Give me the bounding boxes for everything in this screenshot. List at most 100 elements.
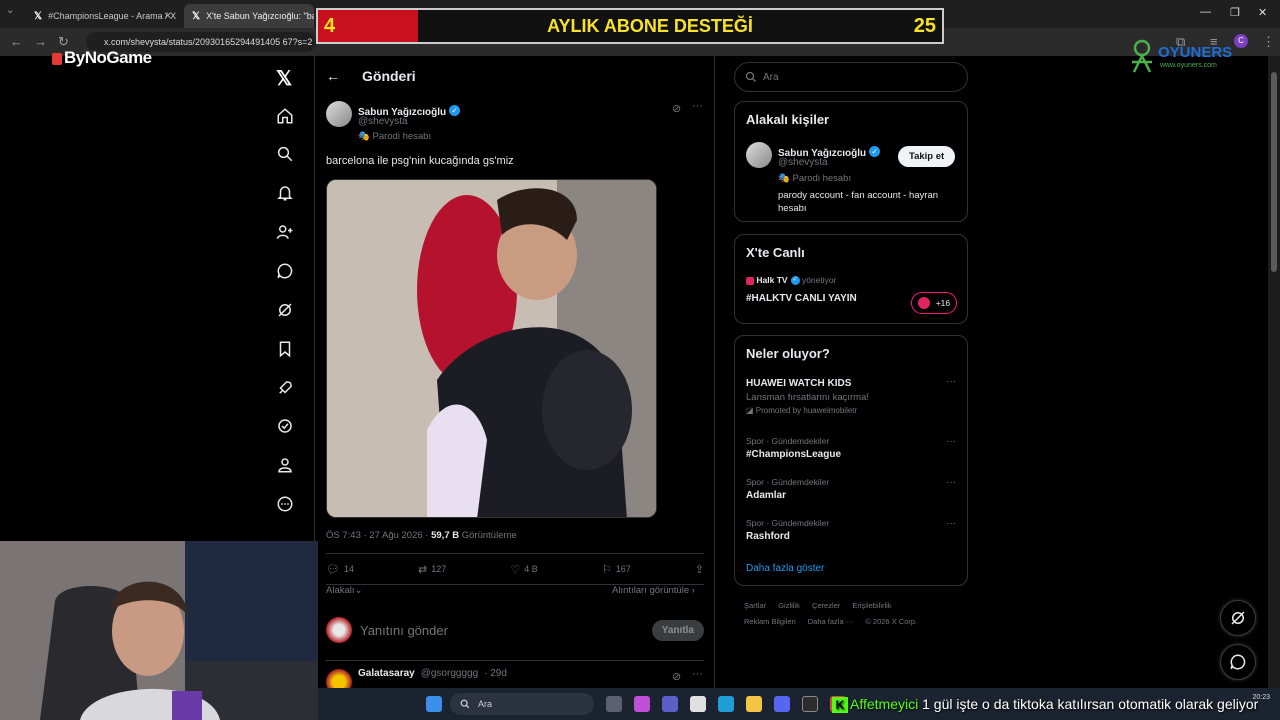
bookmarks-icon[interactable]: [274, 338, 296, 360]
card-title: X'te Canlı: [746, 245, 805, 260]
tab-tweet[interactable]: 𝕏 X'te Sabun Yağızcıoğlu: "ba: [184, 4, 314, 28]
oyuners-logo: OYUNERS www.oyuners.com: [1128, 38, 1248, 78]
page-scrollbar[interactable]: [1268, 56, 1280, 720]
parody-label: Parodi hesabı: [372, 131, 432, 142]
edge-icon[interactable]: [718, 696, 734, 712]
grok-icon[interactable]: [274, 299, 296, 321]
footer-link-cookies[interactable]: Çerezler: [812, 601, 840, 610]
task-view-icon[interactable]: [606, 696, 622, 712]
trend-more-icon[interactable]: ···: [946, 376, 956, 387]
follow-icon[interactable]: [274, 221, 296, 243]
home-icon[interactable]: [274, 105, 296, 127]
related-dropdown[interactable]: Alakalı⌄: [326, 585, 362, 596]
bookmark-action[interactable]: ⚐ 167: [602, 563, 631, 576]
live-listeners-pill[interactable]: +16: [911, 292, 957, 314]
tweet-text: barcelona ile psg'nin kucağında gs'miz: [326, 155, 514, 167]
promo-row: ◪ Promoted by huaweimobiletr: [746, 406, 946, 415]
minimize-icon[interactable]: —: [1200, 6, 1211, 18]
back-arrow-icon[interactable]: ←: [326, 68, 340, 84]
copilot-icon[interactable]: [634, 696, 650, 712]
oyuners-url: www.oyuners.com: [1160, 62, 1217, 69]
x-logo-icon[interactable]: 𝕏: [276, 66, 292, 91]
person-avatar[interactable]: [746, 142, 772, 168]
profile-icon[interactable]: [274, 454, 296, 476]
jobs-rocket-icon[interactable]: [274, 377, 296, 399]
reply-author-name[interactable]: Galatasaray: [358, 668, 415, 679]
trend-item[interactable]: Spor · Gündemdekiler #ChampionsLeague: [746, 436, 841, 460]
grok-fab-icon[interactable]: [1220, 600, 1256, 636]
grok-explain-icon[interactable]: ⊘: [672, 670, 681, 683]
forward-icon[interactable]: →: [34, 34, 47, 49]
live-host-row[interactable]: Halk TV ✓ yönetiyor: [746, 275, 836, 286]
store-icon[interactable]: [690, 696, 706, 712]
trend-item[interactable]: Spor · Gündemdekiler Adamlar: [746, 477, 829, 501]
close-icon[interactable]: ✕: [164, 11, 172, 22]
taskbar-search[interactable]: Ara: [450, 693, 594, 715]
repost-action[interactable]: ⇄ 127: [418, 563, 446, 576]
trend-category: Spor · Gündemdekiler: [746, 477, 830, 487]
sponsor-text: ByNoGame: [64, 48, 152, 67]
post-more-icon[interactable]: ···: [692, 100, 703, 112]
live-broadcast-title[interactable]: #HALKTV CANLI YAYIN: [746, 293, 857, 304]
streamer-webcam: [0, 541, 318, 720]
messages-icon[interactable]: [274, 260, 296, 282]
tab-search-icon[interactable]: ⌄: [6, 5, 14, 16]
search-icon[interactable]: [274, 143, 296, 165]
menu-icon[interactable]: ⋮: [1262, 34, 1275, 50]
search-input[interactable]: Ara: [734, 62, 968, 92]
repost-count: 127: [431, 564, 447, 574]
reply-input[interactable]: Yanıtını gönder: [360, 623, 644, 638]
more-icon[interactable]: [274, 493, 296, 515]
trend-item[interactable]: Spor · Gündemdekiler Rashford: [746, 518, 829, 542]
post-page-header: ← Gönderi: [326, 66, 416, 86]
trend-item-promoted[interactable]: HUAWEI WATCH KIDS Lansman fırsatlarını k…: [746, 378, 946, 415]
footer-link-accessibility[interactable]: Erişilebilirlik: [852, 601, 891, 610]
follow-button[interactable]: Takip et: [898, 146, 956, 167]
x-favicon-icon: 𝕏: [192, 10, 201, 22]
tweet-timestamp[interactable]: ÖS 7:43 · 27 Ağu 2026 ·: [326, 530, 428, 541]
person-handle[interactable]: @shevysta: [778, 157, 828, 168]
reply-action[interactable]: 💬︎ 14: [326, 563, 354, 576]
trend-more-icon[interactable]: ···: [946, 477, 956, 488]
tab-champions-league[interactable]: 𝕏 #ChampionsLeague - Arama / X ✕: [26, 4, 178, 28]
sub-banner-title: AYLIK ABONE DESTEĞİ: [547, 15, 753, 36]
back-icon[interactable]: ←: [10, 34, 23, 49]
parody-label: Parodi hesabı: [792, 173, 852, 184]
author-handle[interactable]: @shevysta: [358, 116, 408, 127]
close-window-icon[interactable]: ✕: [1258, 6, 1267, 19]
reply-more-icon[interactable]: ···: [692, 668, 703, 680]
reply-button[interactable]: Yanıtla: [651, 619, 704, 641]
search-icon: [460, 699, 470, 709]
next-reply-header: Galatasaray @gsorggggg · 29d: [358, 668, 507, 679]
view-quotes-link[interactable]: Alıntıları görüntüle ›: [612, 585, 695, 596]
footer-link-privacy[interactable]: Gizlilik: [778, 601, 800, 610]
footer-link-terms[interactable]: Şartlar: [744, 601, 766, 610]
grok-explain-icon[interactable]: ⊘: [672, 102, 681, 115]
share-icon[interactable]: ⇪: [695, 563, 704, 576]
show-more-link[interactable]: Daha fazla göster: [746, 563, 824, 574]
verified-badge-icon: ✓: [790, 276, 800, 286]
trend-more-icon[interactable]: ···: [946, 518, 956, 529]
kick-icon: K: [832, 697, 848, 713]
footer-link-ads-info[interactable]: Reklam Bilgileri: [744, 617, 796, 626]
trend-name: HUAWEI WATCH KIDS: [746, 378, 852, 389]
file-explorer-icon[interactable]: [746, 696, 762, 712]
trend-more-icon[interactable]: ···: [946, 436, 956, 447]
teams-icon[interactable]: [662, 696, 678, 712]
messages-fab-icon[interactable]: [1220, 644, 1256, 680]
divider: [326, 660, 704, 661]
like-action[interactable]: ♡ 4 B: [510, 563, 537, 576]
start-icon[interactable]: [426, 696, 442, 712]
discord-icon[interactable]: [774, 696, 790, 712]
promo-subtitle: Lansman fırsatlarını kaçırma!: [746, 392, 870, 403]
notifications-icon[interactable]: [274, 182, 296, 204]
author-avatar[interactable]: [326, 101, 352, 127]
person-bio: parody account - fan account - hayran he…: [778, 190, 939, 214]
premium-verified-icon[interactable]: [274, 415, 296, 437]
maximize-icon[interactable]: ❐: [1230, 6, 1240, 19]
tweet-video[interactable]: [326, 179, 657, 518]
scrollbar-thumb[interactable]: [1271, 72, 1277, 272]
reply-author-handle[interactable]: @gsorggggg: [421, 668, 478, 679]
footer-link-more[interactable]: Daha fazla ···: [808, 617, 853, 626]
obs-icon[interactable]: [802, 696, 818, 712]
